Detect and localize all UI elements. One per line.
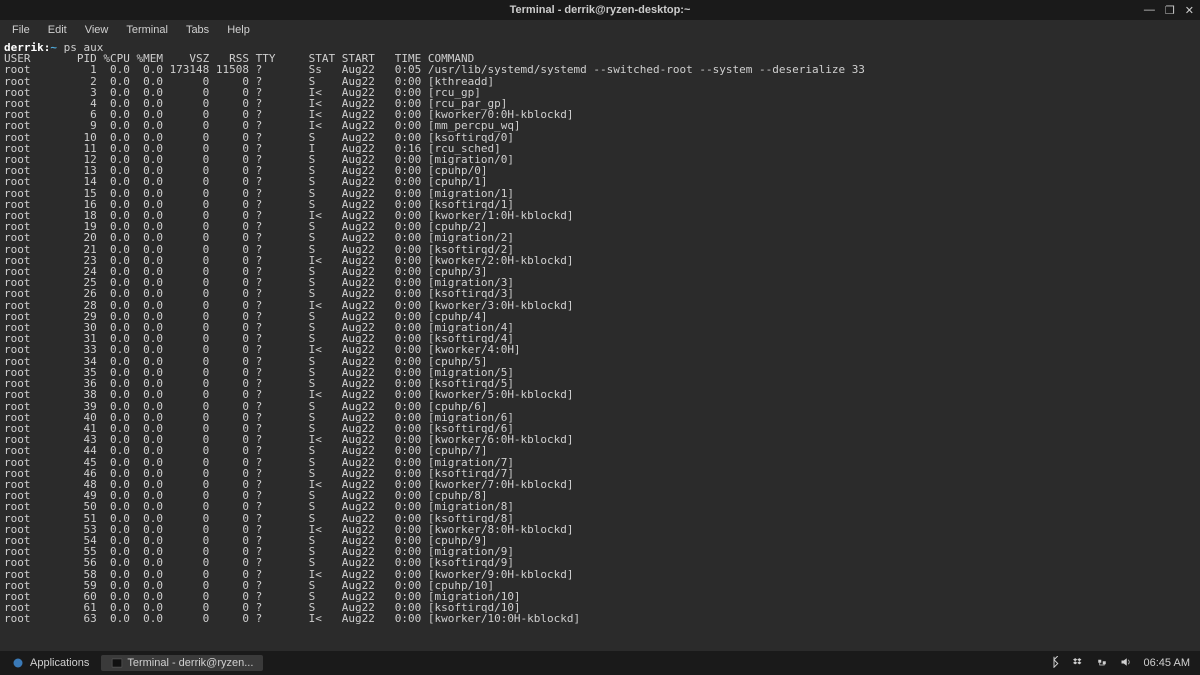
- menu-terminal[interactable]: Terminal: [118, 22, 176, 38]
- taskbar-item-label: Terminal - derrik@ryzen...: [127, 657, 253, 669]
- system-tray: 06:45 AM: [1048, 656, 1196, 671]
- table-row: root 33 0.0 0.0 0 0 ? I< Aug22 0:00 [kwo…: [4, 344, 1196, 355]
- taskbar: Applications Terminal - derrik@ryzen... …: [0, 651, 1200, 675]
- terminal-icon: [111, 657, 123, 669]
- table-row: root 20 0.0 0.0 0 0 ? S Aug22 0:00 [migr…: [4, 232, 1196, 243]
- dropbox-icon[interactable]: [1072, 656, 1084, 671]
- close-button[interactable]: ✕: [1185, 4, 1194, 17]
- table-row: root 1 0.0 0.0 173148 11508 ? Ss Aug22 0…: [4, 64, 1196, 75]
- table-row: root 56 0.0 0.0 0 0 ? S Aug22 0:00 [ksof…: [4, 557, 1196, 568]
- table-row: root 63 0.0 0.0 0 0 ? I< Aug22 0:00 [kwo…: [4, 613, 1196, 624]
- table-row: root 14 0.0 0.0 0 0 ? S Aug22 0:00 [cpuh…: [4, 176, 1196, 187]
- table-row: root 50 0.0 0.0 0 0 ? S Aug22 0:00 [migr…: [4, 501, 1196, 512]
- table-row: root 44 0.0 0.0 0 0 ? S Aug22 0:00 [cpuh…: [4, 445, 1196, 456]
- menubar: File Edit View Terminal Tabs Help: [0, 20, 1200, 40]
- menu-file[interactable]: File: [4, 22, 38, 38]
- table-row: root 9 0.0 0.0 0 0 ? I< Aug22 0:00 [mm_p…: [4, 120, 1196, 131]
- xfce-icon: [12, 657, 24, 669]
- bluetooth-icon[interactable]: [1048, 656, 1060, 671]
- menu-edit[interactable]: Edit: [40, 22, 75, 38]
- minimize-button[interactable]: —: [1144, 4, 1155, 17]
- volume-icon[interactable]: [1120, 656, 1132, 671]
- table-row: root 26 0.0 0.0 0 0 ? S Aug22 0:00 [ksof…: [4, 288, 1196, 299]
- clock[interactable]: 06:45 AM: [1144, 657, 1190, 669]
- taskbar-item-terminal[interactable]: Terminal - derrik@ryzen...: [101, 655, 263, 671]
- maximize-button[interactable]: ❐: [1165, 4, 1175, 17]
- menu-view[interactable]: View: [77, 22, 117, 38]
- terminal-area[interactable]: derrik:~ ps auxUSER PID %CPU %MEM VSZ RS…: [0, 40, 1200, 627]
- applications-label: Applications: [30, 657, 89, 669]
- window-title: Terminal - derrik@ryzen-desktop:~: [510, 4, 691, 16]
- menu-help[interactable]: Help: [219, 22, 258, 38]
- titlebar[interactable]: Terminal - derrik@ryzen-desktop:~ — ❐ ✕: [0, 0, 1200, 20]
- applications-launcher[interactable]: Applications: [4, 657, 97, 669]
- menu-tabs[interactable]: Tabs: [178, 22, 217, 38]
- table-row: root 38 0.0 0.0 0 0 ? I< Aug22 0:00 [kwo…: [4, 389, 1196, 400]
- network-icon[interactable]: [1096, 656, 1108, 671]
